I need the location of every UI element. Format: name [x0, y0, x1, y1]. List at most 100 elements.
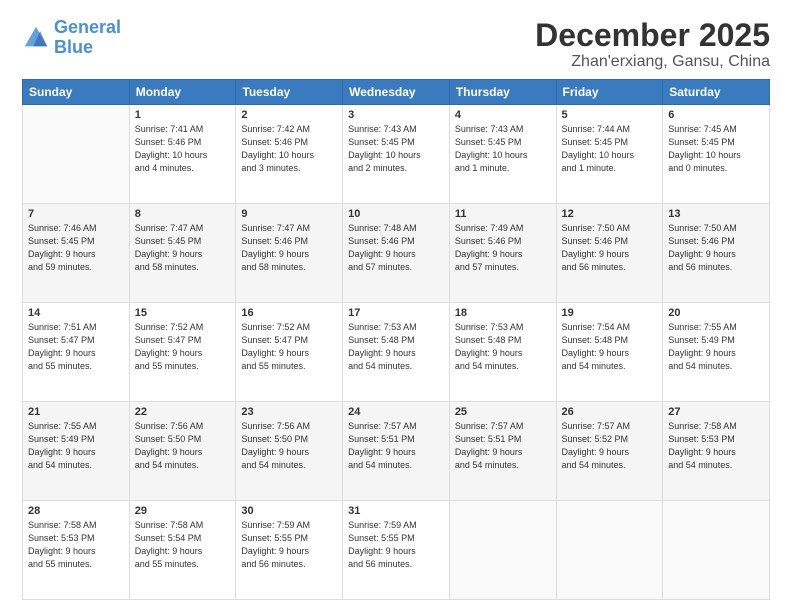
- main-title: December 2025: [535, 18, 770, 53]
- calendar-cell: 20 Sunrise: 7:55 AMSunset: 5:49 PMDayligh…: [663, 303, 770, 402]
- day-number: 28: [28, 505, 124, 517]
- day-number: 2: [241, 109, 337, 121]
- logo-icon: [22, 24, 50, 52]
- day-info: Sunrise: 7:44 AMSunset: 5:45 PMDaylight:…: [562, 123, 658, 175]
- day-info: Sunrise: 7:56 AMSunset: 5:50 PMDaylight:…: [241, 420, 337, 472]
- day-number: 1: [135, 109, 231, 121]
- day-info: Sunrise: 7:45 AMSunset: 5:45 PMDaylight:…: [668, 123, 764, 175]
- day-number: 10: [348, 208, 444, 220]
- day-number: 24: [348, 406, 444, 418]
- day-number: 29: [135, 505, 231, 517]
- day-info: Sunrise: 7:59 AMSunset: 5:55 PMDaylight:…: [241, 519, 337, 571]
- calendar-week-row: 21Sunrise: 7:55 AMSunset: 5:49 PMDayligh…: [23, 402, 770, 501]
- header-thursday: Thursday: [449, 80, 556, 105]
- day-number: 23: [241, 406, 337, 418]
- header-tuesday: Tuesday: [236, 80, 343, 105]
- calendar-cell: [23, 105, 130, 204]
- calendar-week-row: 1 Sunrise: 7:41 AMSunset: 5:46 PMDaylight…: [23, 105, 770, 204]
- calendar-cell: 1 Sunrise: 7:41 AMSunset: 5:46 PMDaylight…: [129, 105, 236, 204]
- day-number: 11: [455, 208, 551, 220]
- day-info: Sunrise: 7:51 AMSunset: 5:47 PMDaylight:…: [28, 321, 124, 373]
- day-info: Sunrise: 7:57 AMSunset: 5:52 PMDaylight:…: [562, 420, 658, 472]
- day-number: 31: [348, 505, 444, 517]
- day-info: Sunrise: 7:47 AMSunset: 5:45 PMDaylight:…: [135, 222, 231, 274]
- calendar-cell: 24 Sunrise: 7:57 AMSunset: 5:51 PMDayligh…: [343, 402, 450, 501]
- day-number: 7: [28, 208, 124, 220]
- day-number: 6: [668, 109, 764, 121]
- day-number: 8: [135, 208, 231, 220]
- calendar-cell: 22Sunrise: 7:56 AMSunset: 5:50 PMDayligh…: [129, 402, 236, 501]
- calendar-cell: 7 Sunrise: 7:46 AMSunset: 5:45 PMDaylight…: [23, 204, 130, 303]
- calendar-cell: 12 Sunrise: 7:50 AMSunset: 5:46 PMDayligh…: [556, 204, 663, 303]
- calendar-cell: 8 Sunrise: 7:47 AMSunset: 5:45 PMDaylight…: [129, 204, 236, 303]
- day-info: Sunrise: 7:58 AMSunset: 5:53 PMDaylight:…: [668, 420, 764, 472]
- day-info: Sunrise: 7:53 AMSunset: 5:48 PMDaylight:…: [348, 321, 444, 373]
- day-number: 4: [455, 109, 551, 121]
- day-info: Sunrise: 7:55 AMSunset: 5:49 PMDaylight:…: [668, 321, 764, 373]
- header-saturday: Saturday: [663, 80, 770, 105]
- header-sunday: Sunday: [23, 80, 130, 105]
- day-number: 18: [455, 307, 551, 319]
- calendar-cell: 6 Sunrise: 7:45 AMSunset: 5:45 PMDaylight…: [663, 105, 770, 204]
- calendar-cell: [663, 501, 770, 600]
- top-section: General Blue December 2025 Zhan'erxiang,…: [22, 18, 770, 71]
- day-number: 19: [562, 307, 658, 319]
- day-number: 5: [562, 109, 658, 121]
- calendar: SundayMondayTuesdayWednesdayThursdayFrid…: [22, 79, 770, 600]
- day-info: Sunrise: 7:50 AMSunset: 5:46 PMDaylight:…: [668, 222, 764, 274]
- day-number: 15: [135, 307, 231, 319]
- calendar-cell: 23 Sunrise: 7:56 AMSunset: 5:50 PMDayligh…: [236, 402, 343, 501]
- calendar-cell: 19Sunrise: 7:54 AMSunset: 5:48 PMDayligh…: [556, 303, 663, 402]
- calendar-cell: 25Sunrise: 7:57 AMSunset: 5:51 PMDayligh…: [449, 402, 556, 501]
- day-number: 16: [241, 307, 337, 319]
- day-number: 12: [562, 208, 658, 220]
- calendar-cell: 14 Sunrise: 7:51 AMSunset: 5:47 PMDayligh…: [23, 303, 130, 402]
- header-wednesday: Wednesday: [343, 80, 450, 105]
- calendar-cell: 30Sunrise: 7:59 AMSunset: 5:55 PMDayligh…: [236, 501, 343, 600]
- header-monday: Monday: [129, 80, 236, 105]
- day-number: 14: [28, 307, 124, 319]
- subtitle: Zhan'erxiang, Gansu, China: [535, 53, 770, 71]
- day-info: Sunrise: 7:41 AMSunset: 5:46 PMDaylight:…: [135, 123, 231, 175]
- day-info: Sunrise: 7:58 AMSunset: 5:54 PMDaylight:…: [135, 519, 231, 571]
- day-number: 3: [348, 109, 444, 121]
- title-section: December 2025 Zhan'erxiang, Gansu, China: [535, 18, 770, 71]
- calendar-week-row: 28 Sunrise: 7:58 AMSunset: 5:53 PMDayligh…: [23, 501, 770, 600]
- calendar-cell: 10 Sunrise: 7:48 AMSunset: 5:46 PMDayligh…: [343, 204, 450, 303]
- day-info: Sunrise: 7:43 AMSunset: 5:45 PMDaylight:…: [455, 123, 551, 175]
- day-info: Sunrise: 7:49 AMSunset: 5:46 PMDaylight:…: [455, 222, 551, 274]
- day-number: 20: [668, 307, 764, 319]
- page: General Blue December 2025 Zhan'erxiang,…: [0, 0, 792, 612]
- calendar-cell: 16Sunrise: 7:52 AMSunset: 5:47 PMDayligh…: [236, 303, 343, 402]
- calendar-header-row: SundayMondayTuesdayWednesdayThursdayFrid…: [23, 80, 770, 105]
- calendar-cell: 21Sunrise: 7:55 AMSunset: 5:49 PMDayligh…: [23, 402, 130, 501]
- day-info: Sunrise: 7:50 AMSunset: 5:46 PMDaylight:…: [562, 222, 658, 274]
- calendar-cell: 13 Sunrise: 7:50 AMSunset: 5:46 PMDayligh…: [663, 204, 770, 303]
- calendar-cell: 29 Sunrise: 7:58 AMSunset: 5:54 PMDayligh…: [129, 501, 236, 600]
- day-info: Sunrise: 7:57 AMSunset: 5:51 PMDaylight:…: [348, 420, 444, 472]
- calendar-week-row: 14 Sunrise: 7:51 AMSunset: 5:47 PMDayligh…: [23, 303, 770, 402]
- day-number: 25: [455, 406, 551, 418]
- day-number: 21: [28, 406, 124, 418]
- calendar-cell: 2 Sunrise: 7:42 AMSunset: 5:46 PMDaylight…: [236, 105, 343, 204]
- day-number: 26: [562, 406, 658, 418]
- day-info: Sunrise: 7:48 AMSunset: 5:46 PMDaylight:…: [348, 222, 444, 274]
- calendar-cell: 27Sunrise: 7:58 AMSunset: 5:53 PMDayligh…: [663, 402, 770, 501]
- calendar-cell: 9 Sunrise: 7:47 AMSunset: 5:46 PMDaylight…: [236, 204, 343, 303]
- logo: General Blue: [22, 18, 121, 58]
- day-number: 9: [241, 208, 337, 220]
- day-number: 13: [668, 208, 764, 220]
- calendar-cell: 31Sunrise: 7:59 AMSunset: 5:55 PMDayligh…: [343, 501, 450, 600]
- day-number: 17: [348, 307, 444, 319]
- day-info: Sunrise: 7:58 AMSunset: 5:53 PMDaylight:…: [28, 519, 124, 571]
- day-number: 22: [135, 406, 231, 418]
- day-info: Sunrise: 7:47 AMSunset: 5:46 PMDaylight:…: [241, 222, 337, 274]
- day-info: Sunrise: 7:46 AMSunset: 5:45 PMDaylight:…: [28, 222, 124, 274]
- day-info: Sunrise: 7:42 AMSunset: 5:46 PMDaylight:…: [241, 123, 337, 175]
- calendar-cell: 18 Sunrise: 7:53 AMSunset: 5:48 PMDayligh…: [449, 303, 556, 402]
- calendar-cell: [556, 501, 663, 600]
- calendar-cell: 15Sunrise: 7:52 AMSunset: 5:47 PMDayligh…: [129, 303, 236, 402]
- calendar-cell: 11 Sunrise: 7:49 AMSunset: 5:46 PMDayligh…: [449, 204, 556, 303]
- day-info: Sunrise: 7:53 AMSunset: 5:48 PMDaylight:…: [455, 321, 551, 373]
- calendar-cell: 26 Sunrise: 7:57 AMSunset: 5:52 PMDayligh…: [556, 402, 663, 501]
